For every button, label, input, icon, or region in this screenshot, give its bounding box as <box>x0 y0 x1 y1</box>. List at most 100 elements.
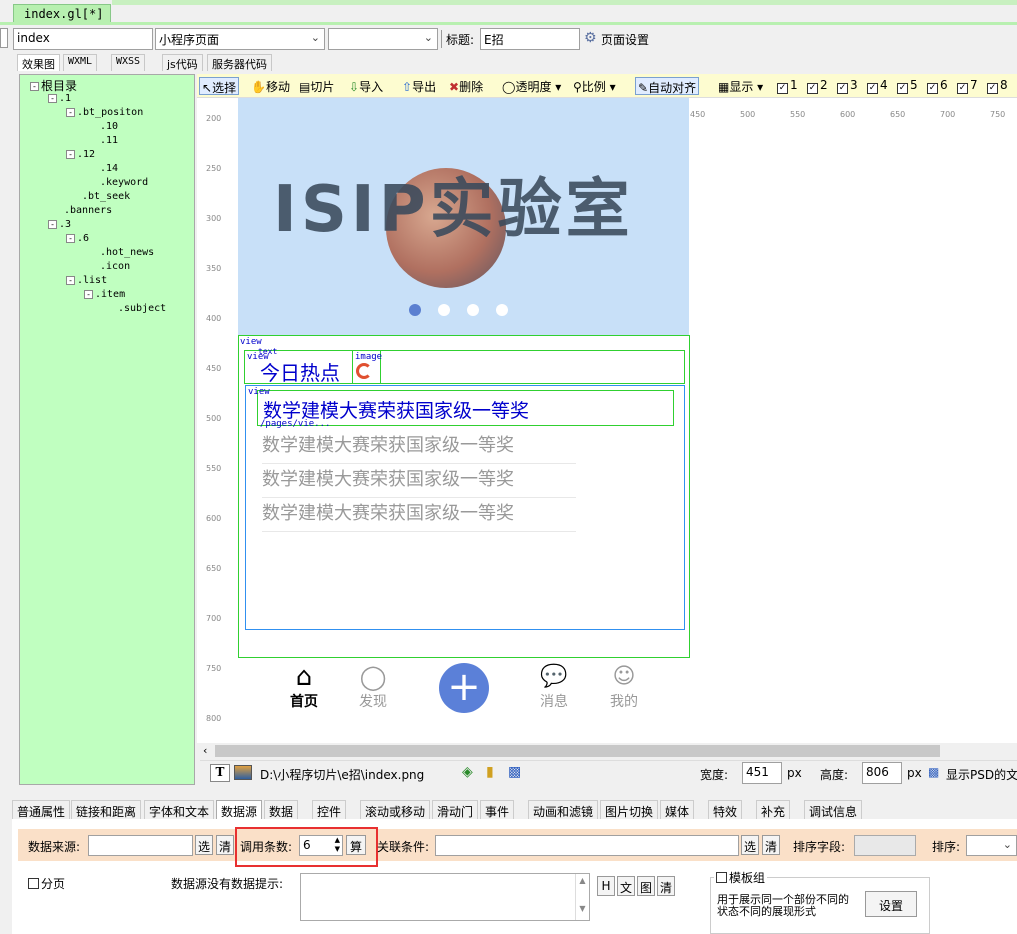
tree-node[interactable]: .11 <box>100 135 118 146</box>
tree-node[interactable]: .keyword <box>100 177 148 188</box>
tab-effects[interactable]: 特效 <box>708 800 743 819</box>
tab-animation[interactable]: 动画和滤镜 <box>528 800 599 819</box>
element-tree[interactable]: - 根目录 - .1 - .bt_positon .10 .11 - .12 .14 .… <box>19 74 195 785</box>
gear-icon[interactable]: ⚙ <box>584 30 597 46</box>
layer-checkbox-7[interactable]: ✓ 7 <box>955 77 980 95</box>
tab-preview[interactable]: 效果图 <box>17 54 60 71</box>
page-type2-select[interactable]: ⌄ <box>328 28 438 50</box>
tree-node[interactable]: - .6 <box>66 233 89 244</box>
tree-node[interactable]: .banners <box>64 205 112 216</box>
scale-button[interactable]: ⚲比例 ▾ <box>571 77 618 95</box>
page-name-input[interactable]: index <box>13 28 153 50</box>
tab-supplement[interactable]: 补充 <box>756 800 791 819</box>
text-tool-icon[interactable]: T <box>210 764 230 782</box>
select-relation-button[interactable]: 选 <box>741 835 759 855</box>
tree-node[interactable]: - .1 <box>48 93 71 104</box>
tree-node-root[interactable]: - 根目录 <box>30 77 77 94</box>
tree-node[interactable]: .10 <box>100 121 118 132</box>
text-button[interactable]: 文 <box>617 876 635 896</box>
horizontal-scrollbar[interactable]: ‹ <box>200 743 1017 759</box>
textarea-scrollbar[interactable]: ▲ ▼ <box>575 874 589 920</box>
layer-checkbox-6[interactable]: ✓ 6 <box>925 77 950 95</box>
refresh-icon[interactable] <box>356 363 372 379</box>
import-button[interactable]: ⇩导入 <box>347 77 385 95</box>
tree-node[interactable]: - .item <box>84 289 125 300</box>
html-button[interactable]: H <box>597 876 615 896</box>
slice-tool-button[interactable]: ▤切片 <box>297 77 336 95</box>
tree-node[interactable]: - .12 <box>66 149 95 160</box>
sort-select[interactable]: ⌄ <box>966 835 1017 856</box>
tab-wxss[interactable]: WXSS <box>111 54 146 71</box>
select-source-button[interactable]: 选 <box>195 835 213 855</box>
hot-news-title[interactable]: 今日热点 <box>260 357 340 386</box>
opacity-button[interactable]: ◯透明度 ▾ <box>500 77 563 95</box>
scroll-thumb[interactable] <box>215 745 940 757</box>
show-psd-button[interactable]: 显示PSD的文 <box>946 766 1017 783</box>
source-input[interactable] <box>88 835 193 856</box>
nav-messages[interactable]: 💬 消息 <box>524 663 584 711</box>
tab-font[interactable]: 字体和文本 <box>144 800 215 819</box>
tab-sliding-door[interactable]: 滑动门 <box>432 800 479 819</box>
move-tool-button[interactable]: ✋移动 <box>249 77 292 95</box>
tab-event[interactable]: 事件 <box>480 800 515 819</box>
banner-image[interactable]: ISIP实验室 <box>238 98 689 335</box>
tab-media[interactable]: 媒体 <box>660 800 695 819</box>
save-icon[interactable]: ▩ <box>508 764 521 780</box>
tab-data[interactable]: 数据 <box>264 800 299 819</box>
layer-checkbox-4[interactable]: ✓ 4 <box>865 77 890 95</box>
delete-button[interactable]: ✖删除 <box>447 77 485 95</box>
clear-relation-button[interactable]: 清 <box>762 835 780 855</box>
no-data-textarea[interactable]: ▲ ▼ <box>300 873 590 921</box>
scroll-left-icon[interactable]: ‹ <box>203 744 207 757</box>
tab-general[interactable]: 普通属性 <box>12 800 71 819</box>
title-input[interactable]: E招 <box>480 28 580 50</box>
left-edge-control[interactable] <box>0 28 8 48</box>
layer-checkbox-3[interactable]: ✓ 3 <box>835 77 860 95</box>
palette-icon[interactable]: ◈ <box>462 764 473 780</box>
tree-node[interactable]: .14 <box>100 163 118 174</box>
nav-discover[interactable]: ◯ 发现 <box>343 663 403 711</box>
add-button[interactable]: + <box>439 663 489 713</box>
file-tab[interactable]: index.gl[*] <box>13 4 111 23</box>
tree-node[interactable]: - .list <box>66 275 107 286</box>
tab-debug[interactable]: 调试信息 <box>804 800 863 819</box>
tab-js[interactable]: js代码 <box>162 54 203 71</box>
layer-checkbox-1[interactable]: ✓ 1 <box>775 77 800 95</box>
tab-scroll[interactable]: 滚动或移动 <box>360 800 431 819</box>
list-item[interactable]: 数学建模大赛荣获国家级一等奖 <box>262 499 576 532</box>
tab-datasource[interactable]: 数据源 <box>216 800 263 819</box>
carousel-dot[interactable] <box>496 304 508 316</box>
list-item[interactable]: 数学建模大赛荣获国家级一等奖 <box>262 465 576 498</box>
nav-home[interactable]: ⌂ 首页 <box>274 663 334 711</box>
layer-checkbox-8[interactable]: ✓ 8 <box>985 77 1010 95</box>
page-settings-button[interactable]: 页面设置 <box>601 31 649 48</box>
select-tool-button[interactable]: ↖选择 <box>199 77 240 95</box>
list-item[interactable]: 数学建模大赛荣获国家级一等奖 <box>262 431 576 464</box>
clear-source-button[interactable]: 清 <box>216 835 234 855</box>
width-input[interactable]: 451 <box>742 762 782 784</box>
auto-align-button[interactable]: ✎自动对齐 <box>635 77 700 95</box>
export-button[interactable]: ⇧导出 <box>400 77 438 95</box>
tree-node[interactable]: .hot_news <box>100 247 154 258</box>
tree-node[interactable]: - .bt_positon <box>66 107 143 118</box>
page-type-select[interactable]: 小程序页面 ⌄ <box>155 28 325 50</box>
carousel-dot[interactable] <box>438 304 450 316</box>
paging-checkbox[interactable]: 分页 <box>28 875 65 892</box>
clear-button[interactable]: 清 <box>657 876 675 896</box>
layer-checkbox-2[interactable]: ✓ 2 <box>805 77 830 95</box>
relation-input[interactable] <box>435 835 739 856</box>
tab-link[interactable]: 链接和距离 <box>71 800 142 819</box>
tab-control[interactable]: 控件 <box>312 800 347 819</box>
nav-profile[interactable]: ☺ 我的 <box>594 663 654 711</box>
image-button[interactable]: 图 <box>637 876 655 896</box>
template-group-checkbox[interactable]: 模板组 <box>714 869 768 886</box>
image-icon[interactable] <box>234 765 252 780</box>
settings-button[interactable]: 设置 <box>865 891 917 917</box>
layer-checkbox-5[interactable]: ✓ 5 <box>895 77 920 95</box>
tab-wxml[interactable]: WXML <box>63 54 98 71</box>
height-input[interactable]: 806 <box>862 762 902 784</box>
folder-icon[interactable]: ▮ <box>486 764 494 780</box>
carousel-dot-active[interactable] <box>409 304 421 316</box>
tab-server-code[interactable]: 服务器代码 <box>207 54 272 71</box>
tree-node[interactable]: .bt_seek <box>82 191 130 202</box>
